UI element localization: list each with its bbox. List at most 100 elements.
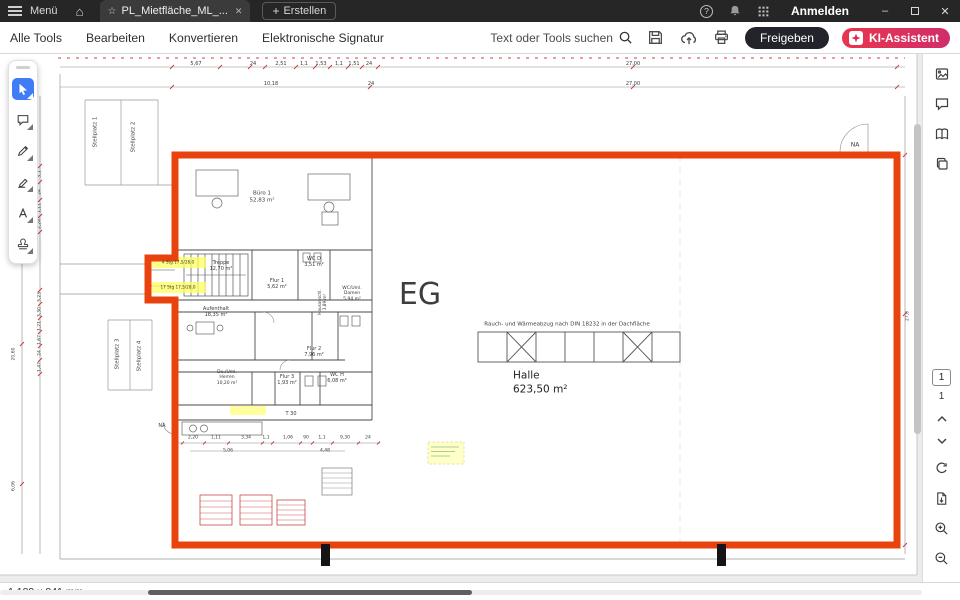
- plan-label: Rauch- und Wärmeabzug nach DIN 18232 in …: [484, 322, 649, 329]
- menubar-item-signatur[interactable]: Elektronische Signatur: [262, 31, 384, 45]
- plan-label: NA: [851, 141, 860, 148]
- maximize-button[interactable]: [900, 0, 930, 22]
- plan-label: 20,60: [11, 348, 16, 361]
- thumbnails-button[interactable]: [930, 62, 954, 86]
- copy-pages-button[interactable]: [930, 152, 954, 176]
- plan-label: 24: [37, 350, 42, 356]
- zoom-out-button[interactable]: [930, 546, 954, 570]
- total-pages-label: 1: [939, 391, 945, 402]
- document-canvas[interactable]: EGHalle623,50 m²Rauch- und Wärmeabzug na…: [0, 54, 922, 582]
- plan-label: Flur 2 7,96 m²: [304, 346, 324, 358]
- plan-label: 1,53: [315, 61, 326, 67]
- plan-label: 5,06: [223, 448, 233, 453]
- current-page-input[interactable]: 1: [932, 369, 951, 386]
- plan-label: 1,47: [37, 362, 42, 372]
- hamburger-menu-icon[interactable]: [0, 0, 30, 22]
- menubar-item-alle-tools[interactable]: Alle Tools: [10, 31, 62, 45]
- plan-label: Hausanschl. 3,89 m²: [317, 289, 327, 314]
- add-text-tool-button[interactable]: [12, 202, 34, 224]
- plan-label: 27,0: [905, 311, 910, 321]
- search-icon[interactable]: [618, 30, 633, 45]
- export-page-button[interactable]: [930, 486, 954, 510]
- left-tools-panel: [8, 60, 38, 264]
- plan-label: 623,50 m²: [513, 384, 568, 397]
- plan-label: Stellplatz 1: [93, 117, 100, 148]
- star-icon[interactable]: ☆: [108, 6, 117, 17]
- create-label: Erstellen: [283, 5, 326, 17]
- search-input[interactable]: [483, 31, 613, 45]
- plan-label: 27,00: [626, 61, 640, 67]
- plan-label: 1,1: [318, 435, 325, 440]
- highlight-tool-button[interactable]: [12, 171, 34, 193]
- horizontal-scrollbar-thumb[interactable]: [148, 590, 472, 595]
- menubar-item-bearbeiten[interactable]: Bearbeiten: [86, 31, 145, 45]
- document-tab[interactable]: ☆ PL_Mietfläche_ML_... ✕: [100, 0, 251, 22]
- maximize-icon: [911, 7, 919, 15]
- print-icon[interactable]: [712, 28, 732, 48]
- plan-label: 3,30: [37, 307, 42, 317]
- apps-grid-icon[interactable]: [757, 5, 770, 18]
- plan-label: 2,51: [275, 61, 286, 67]
- chevron-up-icon: [936, 415, 948, 423]
- bell-icon[interactable]: [728, 4, 742, 18]
- plan-label: 24: [37, 189, 42, 195]
- save-icon[interactable]: [646, 28, 666, 48]
- zoom-in-button[interactable]: [930, 516, 954, 540]
- refresh-button[interactable]: [930, 456, 954, 480]
- plan-label: 3,23: [37, 292, 42, 302]
- vertical-scrollbar-thumb[interactable]: [914, 124, 921, 434]
- home-icon[interactable]: ⌂: [68, 0, 92, 22]
- cloud-upload-icon[interactable]: [679, 28, 699, 48]
- help-icon[interactable]: ?: [700, 5, 713, 18]
- export-page-icon: [934, 491, 949, 506]
- vertical-scrollbar[interactable]: [913, 54, 921, 582]
- draw-tool-button[interactable]: [12, 140, 34, 162]
- panel-grip[interactable]: [16, 66, 30, 69]
- share-button[interactable]: Freigeben: [745, 27, 829, 49]
- plan-label: T 30: [285, 411, 296, 417]
- sign-in-button[interactable]: Anmelden: [791, 4, 849, 18]
- comments-button[interactable]: [930, 92, 954, 116]
- plan-labels-layer: EGHalle623,50 m²Rauch- und Wärmeabzug na…: [0, 54, 922, 582]
- comment-tool-button[interactable]: [12, 109, 34, 131]
- create-button[interactable]: + Erstellen: [262, 2, 336, 20]
- titlebar: Menü ⌂ ☆ PL_Mietfläche_ML_... ✕ + Erstel…: [0, 0, 960, 22]
- tab-close-icon[interactable]: ✕: [235, 6, 243, 17]
- plan-label: 24: [366, 61, 372, 67]
- plan-label: Du./Uml. Herren 10,20 m²: [217, 370, 238, 386]
- plan-label: 90: [303, 435, 309, 440]
- close-button[interactable]: ✕: [930, 0, 960, 22]
- copy-pages-icon: [934, 156, 950, 172]
- plan-label: 24: [250, 61, 256, 67]
- plan-label: Aufenthalt 18,35 m²: [203, 306, 229, 318]
- stamp-tool-button[interactable]: [12, 233, 34, 255]
- zoom-out-icon: [934, 551, 949, 566]
- plan-label: 1,06: [283, 435, 293, 440]
- reader-button[interactable]: [930, 122, 954, 146]
- minimize-button[interactable]: –: [870, 0, 900, 22]
- plan-label: Treppe 12,70 m²: [210, 260, 233, 272]
- reader-icon: [934, 126, 950, 142]
- statusbar: 1.189 x 841 mm: [0, 582, 960, 600]
- plan-label: 5,1: [37, 170, 42, 177]
- next-page-button[interactable]: [932, 434, 952, 448]
- plan-label: 6,06: [11, 481, 16, 491]
- plan-label: 17 Stg 17,5/28,0: [160, 284, 195, 289]
- menu-label[interactable]: Menü: [30, 5, 58, 17]
- plan-label: 1,1: [335, 61, 343, 67]
- plan-label: 10,18: [264, 81, 278, 87]
- right-panel: 1 1: [922, 54, 960, 582]
- plan-label: 2,24: [37, 219, 42, 229]
- search-box[interactable]: [483, 30, 633, 45]
- ai-assistant-button[interactable]: KI-Assistent: [842, 28, 950, 48]
- plan-label: 9,30: [340, 435, 350, 440]
- tab-title: PL_Mietfläche_ML_...: [122, 5, 228, 17]
- plan-label: 1,1: [300, 61, 308, 67]
- plan-label: 24: [365, 435, 371, 440]
- plan-label: 1,21: [37, 321, 42, 331]
- plan-label: 24: [368, 81, 374, 87]
- previous-page-button[interactable]: [932, 412, 952, 426]
- menubar-item-konvertieren[interactable]: Konvertieren: [169, 31, 238, 45]
- chevron-down-icon: [936, 437, 948, 445]
- select-tool-button[interactable]: [12, 78, 34, 100]
